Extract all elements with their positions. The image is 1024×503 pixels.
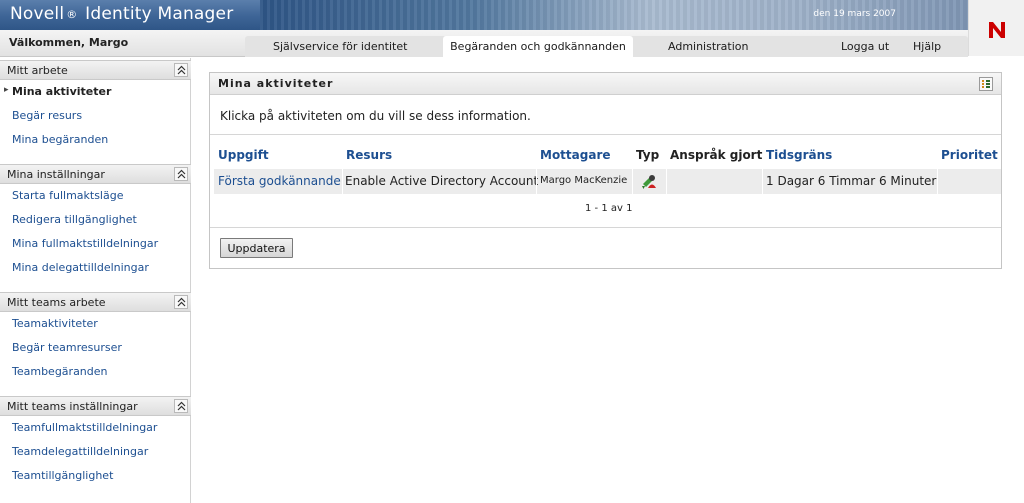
sidebar-item-request-team-resources[interactable]: Begär teamresurser — [12, 341, 122, 354]
product-name: Identity Manager — [85, 4, 234, 24]
divider — [210, 227, 1001, 228]
cell-divider — [632, 169, 633, 194]
sidebar-item-team-proxy-assignments[interactable]: Teamfullmaktstilldelningar — [12, 421, 157, 434]
column-header-type: Typ — [636, 148, 660, 162]
app-title: Novell ® Identity Manager — [10, 4, 233, 24]
column-header-deadline[interactable]: Tidsgräns — [766, 148, 832, 162]
sidebar-item-my-proxy-assignments[interactable]: Mina fullmaktstilldelningar — [12, 237, 158, 250]
sidebar-item-my-requests[interactable]: Mina begäranden — [12, 133, 108, 146]
column-header-priority[interactable]: Prioritet — [941, 148, 998, 162]
column-header-resource[interactable]: Resurs — [346, 148, 392, 162]
task-link[interactable]: Första godkännande — [218, 174, 341, 188]
logout-link[interactable]: Logga ut — [841, 36, 889, 57]
sidebar-item-my-activities[interactable]: Mina aktiviteter — [12, 85, 111, 98]
cell-divider — [762, 169, 763, 194]
tab-administration[interactable]: Administration — [668, 36, 749, 57]
sidebar-item-edit-availability[interactable]: Redigera tillgänglighet — [12, 213, 137, 226]
column-header-task[interactable]: Uppgift — [218, 148, 269, 162]
panel-options-icon[interactable] — [979, 77, 993, 91]
sidebar-item-team-delegate-assignments[interactable]: Teamdelegattilldelningar — [12, 445, 148, 458]
navigation-bar: Välkommen, Margo Självservice för identi… — [0, 30, 968, 57]
section-team-work-header: Mitt teams arbete — [0, 292, 191, 312]
current-date: den 19 mars 2007 — [813, 9, 896, 19]
sidebar-item-team-requests[interactable]: Teambegäranden — [12, 365, 108, 378]
collapse-up-icon[interactable] — [174, 167, 188, 181]
tab-strip: Självservice för identitet Begäranden oc… — [245, 36, 968, 57]
novell-n-icon — [989, 22, 1005, 38]
section-title: Mitt arbete — [7, 64, 68, 77]
pagination-text: 1 - 1 av 1 — [585, 203, 633, 214]
column-header-claimed: Anspråk gjort — [670, 148, 763, 162]
column-header-recipient[interactable]: Mottagare — [540, 148, 611, 162]
title-band: Novell ® Identity Manager — [0, 0, 260, 30]
panel-header: Mina aktiviteter — [210, 73, 1001, 95]
current-item-arrow-icon: ▸ — [4, 85, 9, 95]
sidebar-item-team-availability[interactable]: Teamtillgänglighet — [12, 469, 113, 482]
novell-logo — [968, 0, 1024, 56]
tab-requests-approvals[interactable]: Begäranden och godkännanden — [443, 36, 633, 57]
sidebar-item-start-proxy-mode[interactable]: Starta fullmaktsläge — [12, 189, 123, 202]
help-link[interactable]: Hjälp — [913, 36, 941, 57]
top-banner: Novell ® Identity Manager den 19 mars 200… — [0, 0, 1024, 30]
my-activities-panel: Mina aktiviteter Klicka på aktiviteten o… — [209, 72, 1002, 269]
cell-divider — [666, 169, 667, 194]
section-my-work-header: Mitt arbete — [0, 60, 191, 80]
sidebar-item-team-activities[interactable]: Teamaktiviteter — [12, 317, 98, 330]
collapse-up-icon[interactable] — [174, 399, 188, 413]
table-row[interactable]: Första godkännande Enable Active Directo… — [214, 169, 1001, 194]
panel-title: Mina aktiviteter — [218, 77, 334, 90]
tab-self-service[interactable]: Självservice för identitet — [273, 36, 407, 57]
section-title: Mitt teams inställningar — [7, 400, 138, 413]
user-assignment-icon — [640, 172, 658, 193]
sidebar-item-my-delegate-assignments[interactable]: Mina delegattilldelningar — [12, 261, 149, 274]
banner-graphic: den 19 mars 2007 — [260, 0, 968, 30]
cell-divider — [937, 169, 938, 194]
registered-mark: ® — [66, 8, 78, 21]
welcome-text: Välkommen, Margo — [9, 36, 129, 49]
cell-divider — [536, 169, 537, 194]
resource-cell: Enable Active Directory Account — [345, 174, 539, 188]
section-title: Mitt teams arbete — [7, 296, 106, 309]
section-team-settings-header: Mitt teams inställningar — [0, 396, 191, 416]
collapse-up-icon[interactable] — [174, 63, 188, 77]
section-my-settings-header: Mina inställningar — [0, 164, 191, 184]
deadline-cell: 1 Dagar 6 Timmar 6 Minuter — [766, 174, 937, 188]
refresh-button[interactable]: Uppdatera — [220, 238, 293, 258]
divider — [210, 134, 1001, 135]
recipient-cell: Margo MacKenzie — [540, 175, 628, 186]
intro-text: Klicka på aktiviteten om du vill se dess… — [220, 109, 531, 123]
sidebar-item-request-resource[interactable]: Begär resurs — [12, 109, 82, 122]
section-title: Mina inställningar — [7, 168, 105, 181]
collapse-up-icon[interactable] — [174, 295, 188, 309]
cell-divider — [342, 169, 343, 194]
brand-name: Novell — [10, 4, 65, 24]
sidebar: Mitt arbete ▸ Mina aktiviteter Begär res… — [0, 58, 191, 503]
